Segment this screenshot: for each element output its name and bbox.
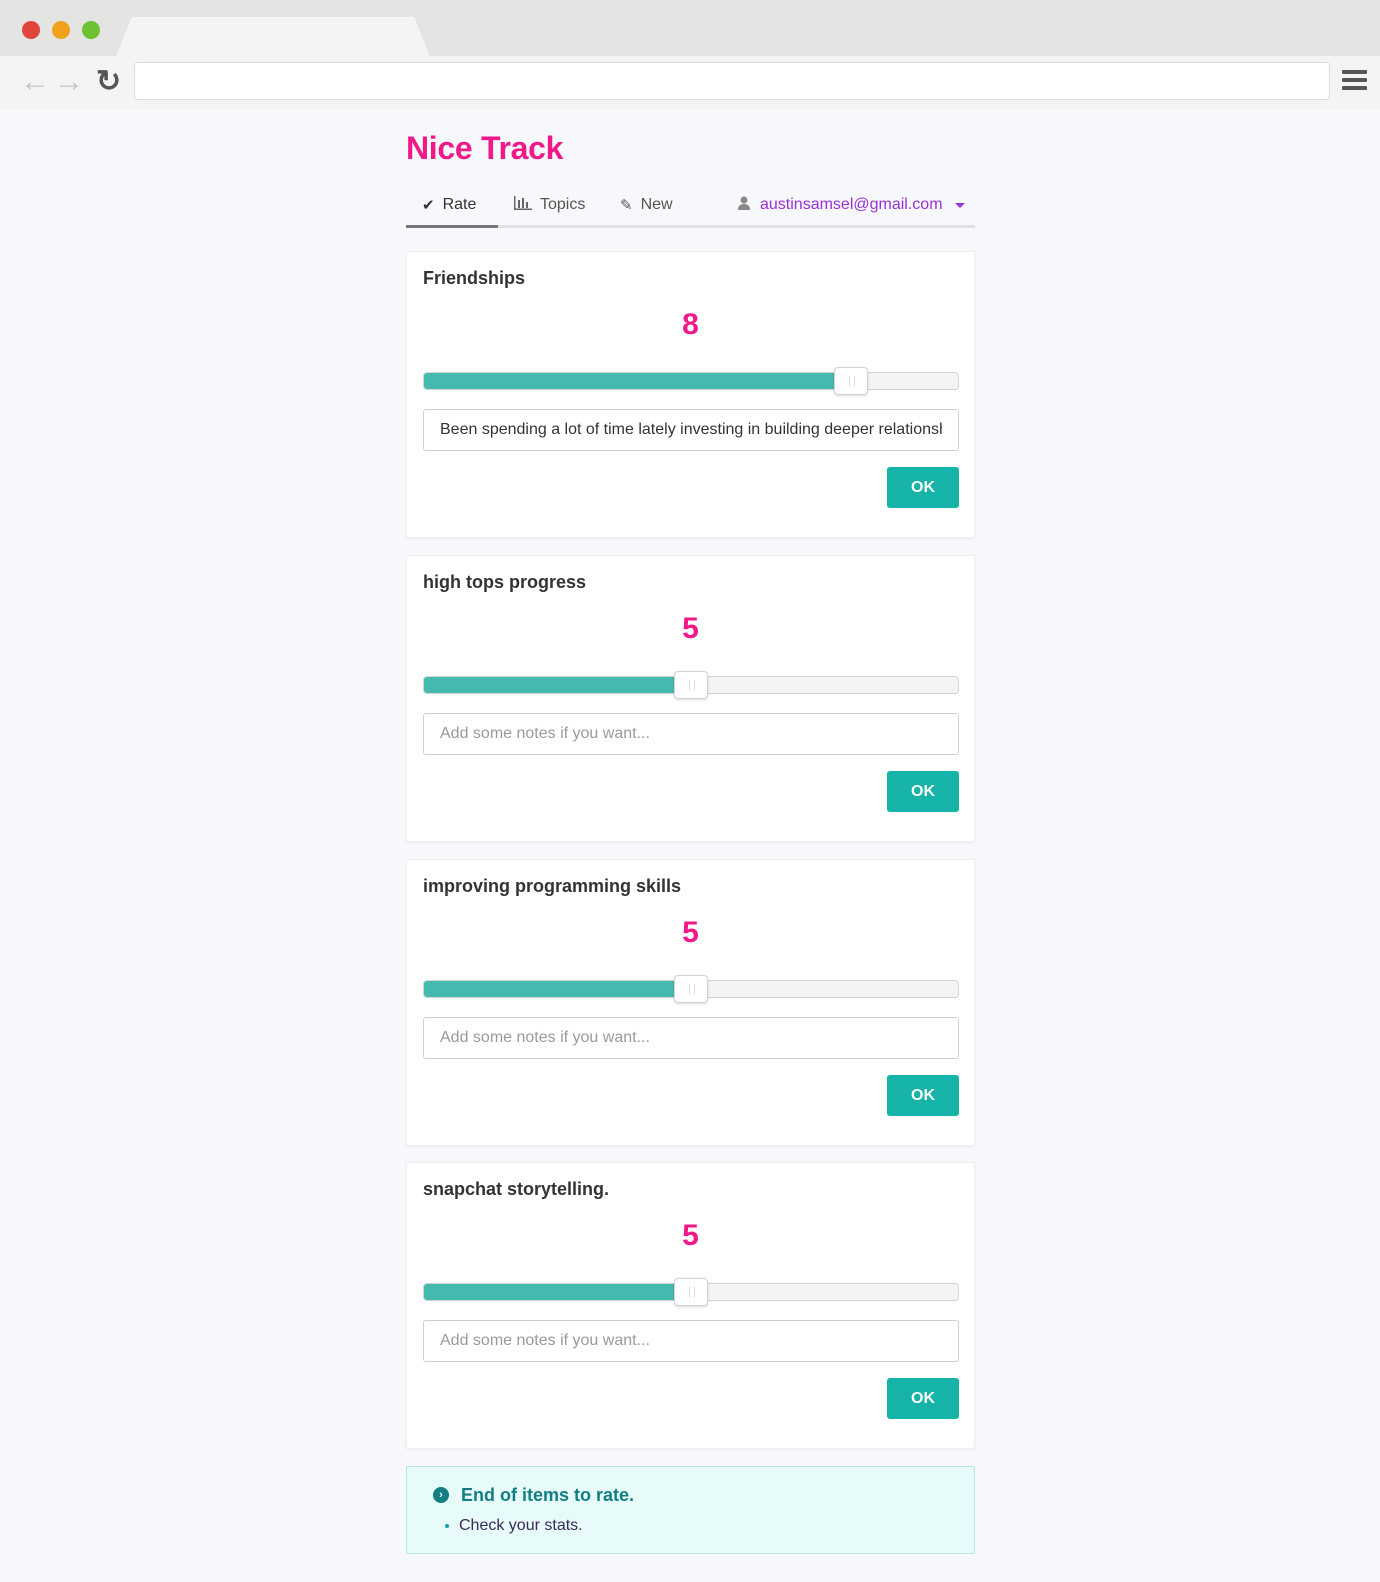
tab-new-label: New [640, 196, 673, 213]
rating-card: snapchat storytelling. 5 OK [406, 1162, 975, 1449]
bar-chart-icon [514, 196, 532, 214]
rating-value: 5 [682, 916, 699, 949]
rating-value: 8 [682, 308, 699, 341]
card-title: snapchat storytelling. [423, 1179, 610, 1199]
slider-handle[interactable] [834, 367, 869, 395]
ok-button[interactable]: OK [887, 1075, 959, 1116]
user-menu[interactable]: austinsamsel@gmail.com [738, 196, 965, 214]
notes-input[interactable] [423, 409, 959, 451]
active-tab-indicator [406, 225, 498, 228]
address-bar[interactable] [134, 62, 1330, 100]
forward-arrow-icon[interactable]: → [54, 64, 84, 100]
ok-button[interactable]: OK [887, 771, 959, 812]
window-minimize-button[interactable] [52, 21, 70, 39]
window-close-button[interactable] [22, 21, 40, 39]
rating-slider[interactable] [423, 367, 959, 395]
chevron-down-icon [954, 202, 965, 208]
reload-icon[interactable]: ↻ [96, 64, 121, 100]
ok-button[interactable]: OK [887, 467, 959, 508]
rating-value: 5 [682, 1219, 699, 1252]
hamburger-menu-icon[interactable] [1342, 70, 1367, 90]
back-arrow-icon[interactable]: ← [20, 64, 50, 100]
tab-new[interactable]: ✎ New [620, 196, 673, 214]
slider-fill [424, 373, 852, 389]
tab-topics[interactable]: Topics [514, 196, 585, 214]
end-of-items-alert: › End of items to rate. Check your stats… [406, 1466, 975, 1554]
notes-input[interactable] [423, 713, 959, 755]
window-maximize-button[interactable] [82, 21, 100, 39]
ok-button[interactable]: OK [887, 1378, 959, 1419]
tab-rate[interactable]: ✔ Rate [422, 196, 476, 214]
card-title: Friendships [423, 268, 526, 288]
slider-handle[interactable] [674, 671, 708, 699]
browser-tab[interactable] [116, 17, 430, 57]
rating-slider[interactable] [423, 1278, 959, 1306]
list-item: Check your stats. [445, 1517, 583, 1535]
tab-rate-label: Rate [442, 196, 477, 213]
rating-card: high tops progress 5 OK [406, 555, 975, 842]
app-title: Nice Track [406, 130, 564, 166]
main-nav: ✔ Rate Topics ✎ New austinsamsel@gmail.c… [406, 188, 975, 228]
slider-handle[interactable] [674, 1278, 708, 1306]
end-title: End of items to rate. [461, 1485, 635, 1505]
bullet [445, 1524, 449, 1528]
rating-card: Friendships 8 OK [406, 251, 975, 538]
check-stats-link[interactable]: Check your stats. [459, 1517, 583, 1535]
slider-handle[interactable] [674, 975, 708, 1003]
user-icon [738, 196, 750, 214]
notes-input[interactable] [423, 1320, 959, 1362]
user-email: austinsamsel@gmail.com [760, 196, 943, 213]
rating-value: 5 [682, 612, 699, 645]
browser-chrome: ← → ↻ [0, 0, 1380, 110]
tab-topics-label: Topics [540, 196, 586, 213]
slider-fill [424, 981, 691, 997]
rating-slider[interactable] [423, 671, 959, 699]
slider-fill [424, 1284, 691, 1300]
chevron-right-circle-icon: › [433, 1487, 449, 1503]
rating-slider[interactable] [423, 975, 959, 1003]
rating-card: improving programming skills 5 OK [406, 859, 975, 1146]
card-title: improving programming skills [423, 876, 682, 896]
checkmark-icon: ✔ [422, 197, 435, 214]
pencil-icon: ✎ [620, 197, 633, 214]
card-title: high tops progress [423, 572, 587, 592]
slider-fill [424, 677, 691, 693]
notes-input[interactable] [423, 1017, 959, 1059]
